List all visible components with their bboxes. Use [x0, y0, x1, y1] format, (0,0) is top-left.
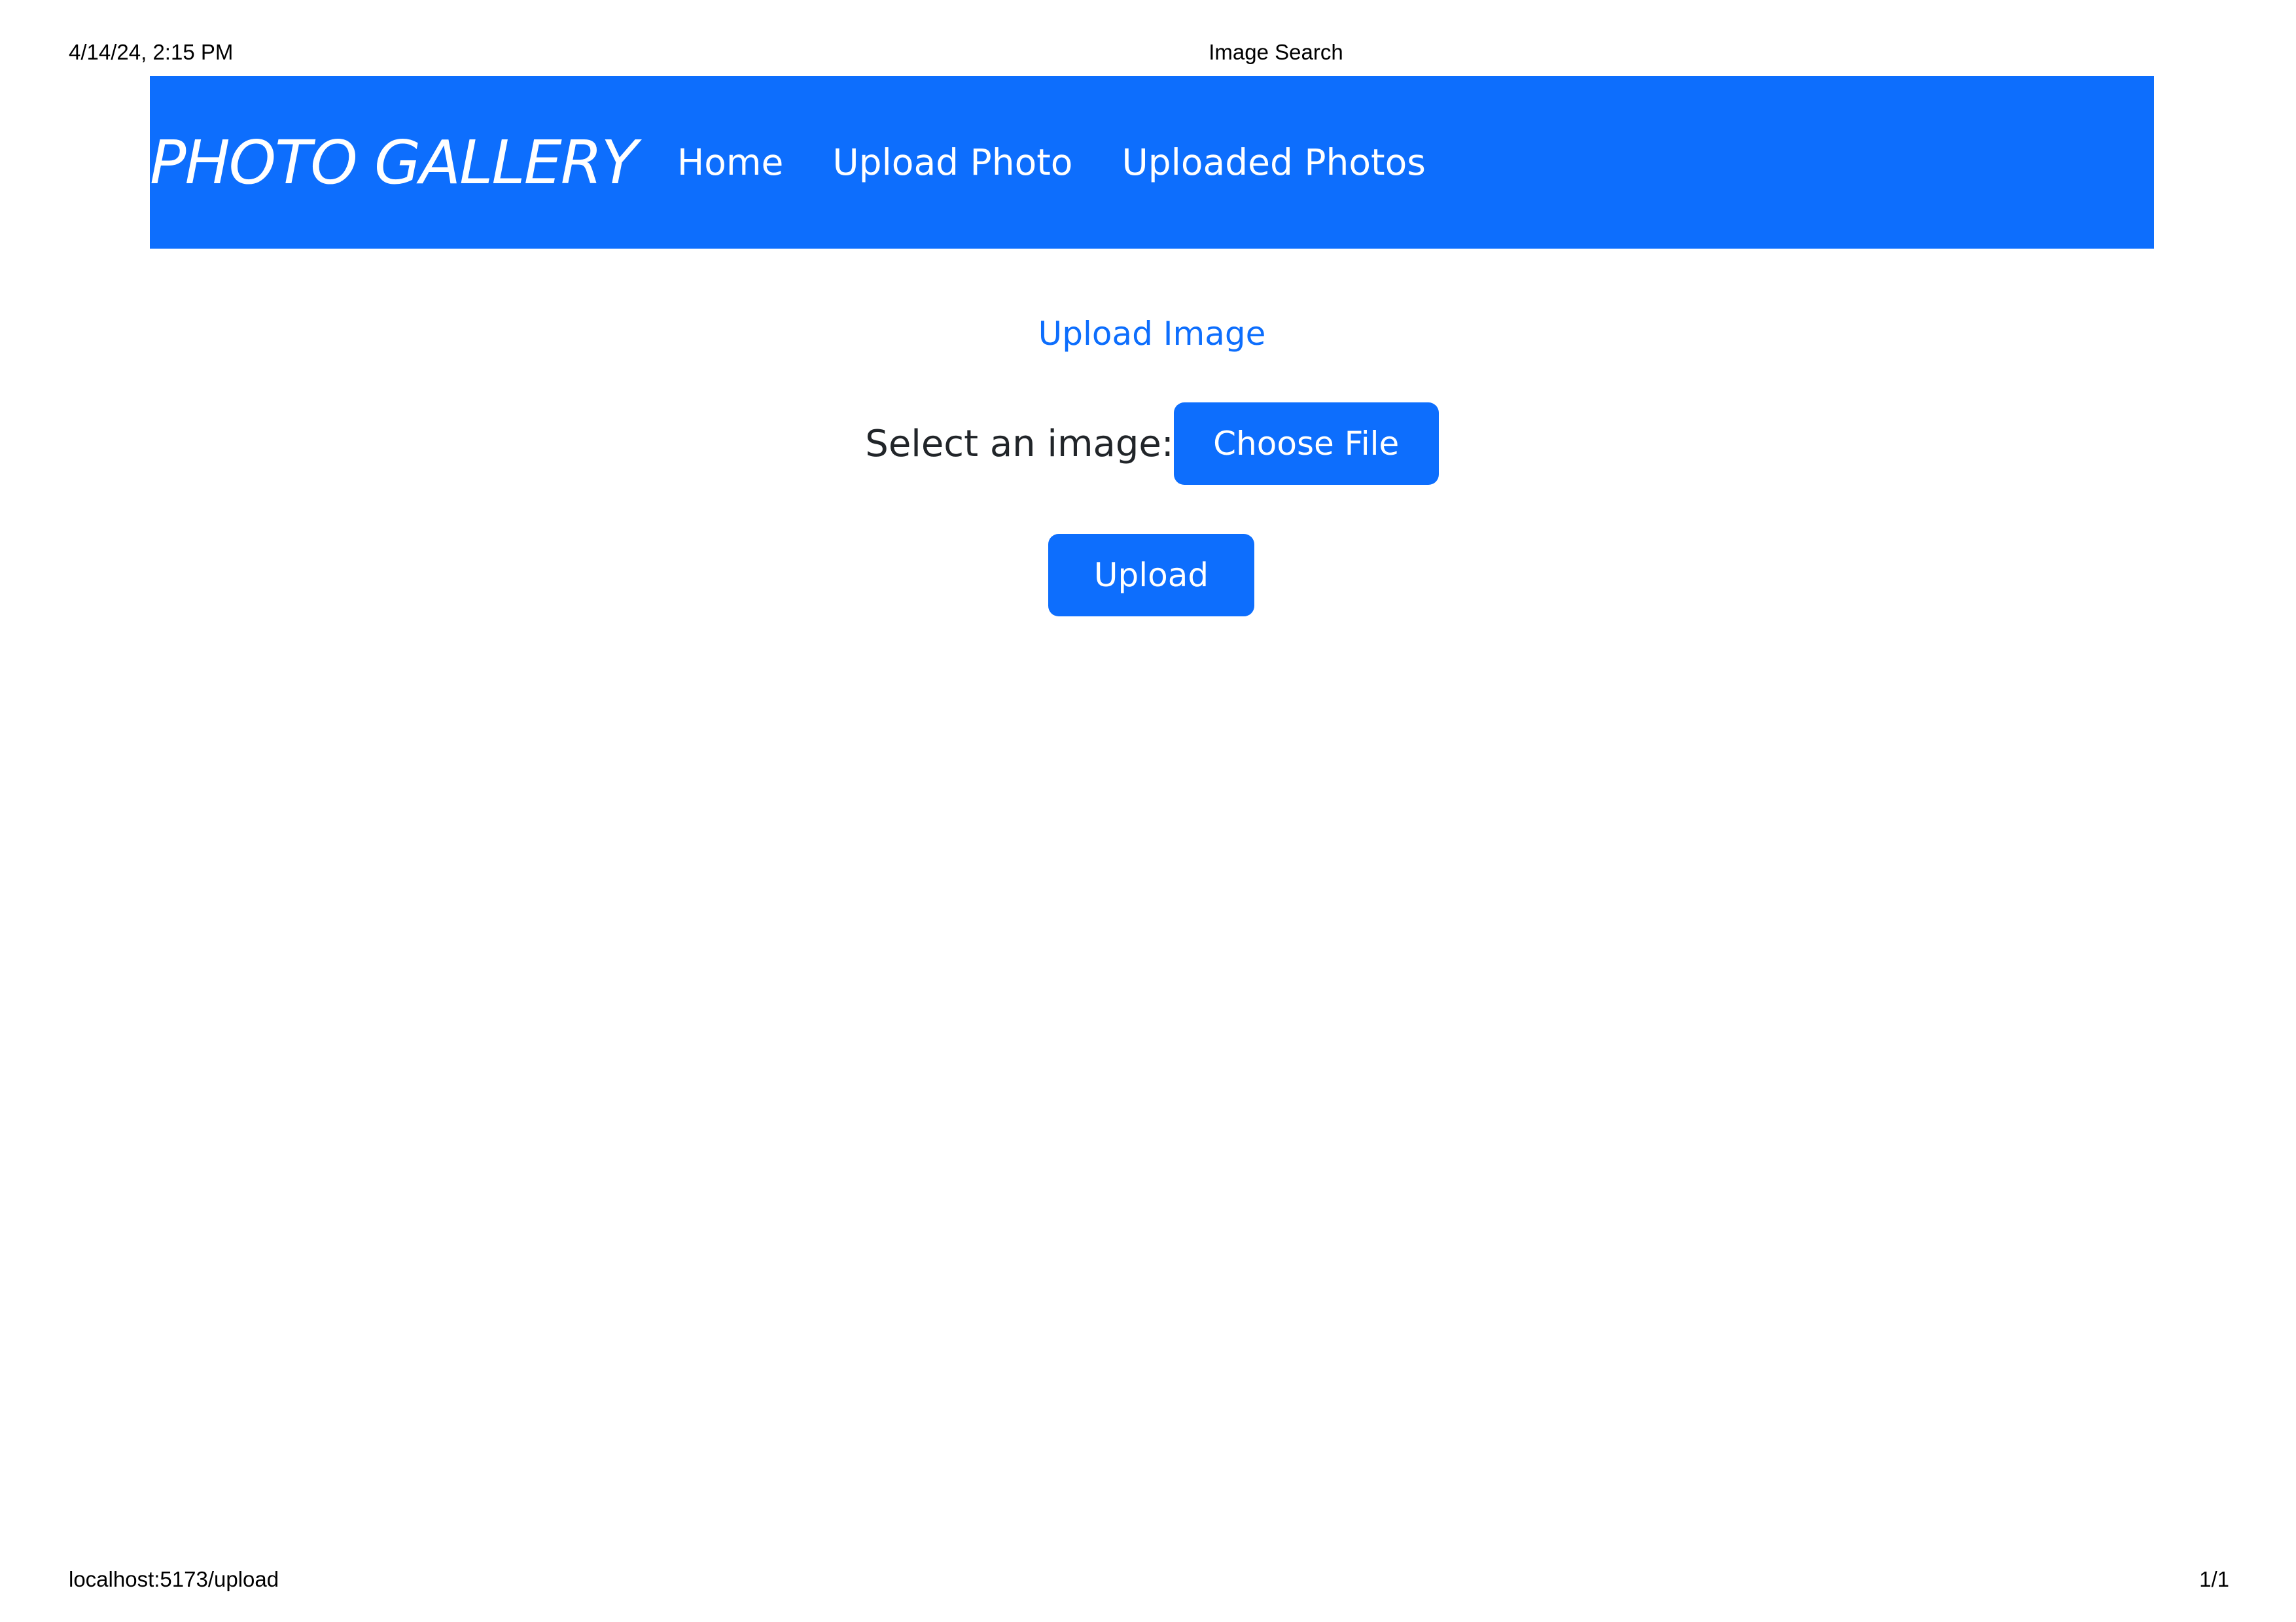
- page-title: Upload Image: [1038, 315, 1266, 353]
- nav-link-uploaded-photos[interactable]: Uploaded Photos: [1122, 141, 1426, 183]
- brand-logo[interactable]: PHOTO GALLERY: [150, 128, 638, 198]
- print-url: localhost:5173/upload: [69, 1567, 279, 1591]
- print-page-number: 1/1: [2199, 1567, 2229, 1591]
- navbar: PHOTO GALLERY Home Upload Photo Uploaded…: [150, 76, 2154, 249]
- upload-button[interactable]: Upload: [1048, 534, 1254, 616]
- print-page-title: Image Search: [1209, 40, 1343, 64]
- nav-link-home[interactable]: Home: [677, 141, 783, 183]
- main-content: Upload Image Select an image: Choose Fil…: [150, 308, 2154, 616]
- select-image-label: Select an image:: [865, 422, 1174, 465]
- nav-link-upload-photo[interactable]: Upload Photo: [832, 141, 1072, 183]
- choose-file-button[interactable]: Choose File: [1173, 402, 1439, 485]
- file-select-row: Select an image: Choose File: [150, 402, 2154, 485]
